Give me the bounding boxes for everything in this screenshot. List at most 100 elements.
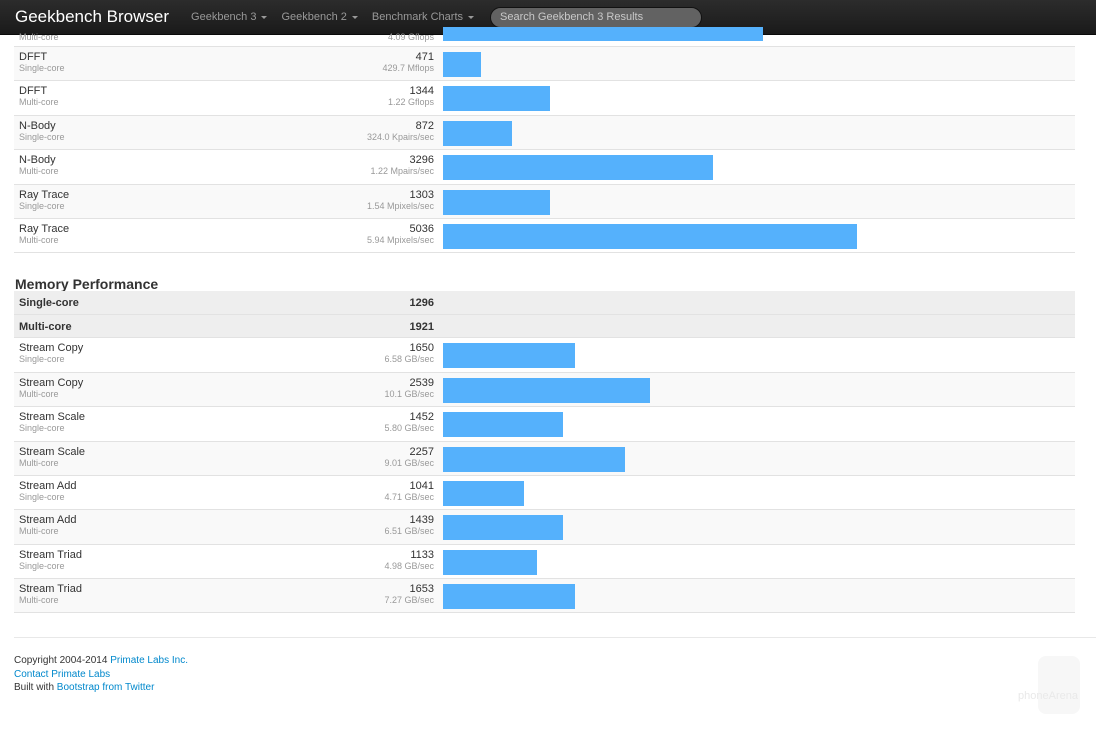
memory-summary-multi: Multi-core 1921: [14, 314, 1075, 339]
nav-menu-geekbench2-label: Geekbench 2: [281, 11, 347, 23]
benchmark-row: Ray Trace Multi-core 5036 5.94 Mpixels/sec: [14, 219, 1075, 254]
score-bar: [443, 584, 576, 610]
score-bar: [443, 189, 551, 215]
contact-line: Contact Primate Labs: [14, 668, 188, 682]
benchmark-row: Stream Scale Multi-core 2257 9.01 GB/sec: [14, 441, 1075, 476]
benchmark-name: N-Body: [19, 154, 56, 167]
score-bar: [443, 377, 651, 403]
watermark-text: phoneArena: [1018, 690, 1078, 702]
benchmark-core-type: Single-core: [19, 354, 65, 365]
contact-link[interactable]: Contact Primate Labs: [14, 669, 110, 680]
score-bar-track: [443, 377, 1063, 403]
built-with-text: Built with: [14, 682, 57, 693]
benchmark-rate: 7.27 GB/sec: [384, 595, 434, 606]
nav-menu-geekbench2[interactable]: Geekbench 2: [281, 11, 358, 23]
nav-menu-geekbench3-label: Geekbench 3: [191, 11, 257, 23]
benchmark-name: Stream Scale: [19, 445, 86, 458]
benchmark-score: 471: [415, 51, 434, 63]
score-bar-track: [443, 52, 1063, 77]
score-bar-track: [443, 27, 1063, 41]
benchmark-score: 3296: [409, 154, 434, 167]
benchmark-rate: 5.80 GB/sec: [384, 423, 434, 434]
benchmark-rate: 1.22 Gflops: [387, 97, 434, 108]
benchmark-core-type: Multi-core: [19, 595, 59, 606]
benchmark-score: 1344: [409, 85, 434, 98]
score-bar-track: [443, 549, 1063, 575]
nav-menu-benchmark-charts[interactable]: Benchmark Charts: [372, 11, 474, 23]
benchmark-core-type: Single-core: [19, 131, 65, 142]
benchmark-core-type: Single-core: [19, 560, 65, 571]
benchmark-row: DFFT Single-core 471 429.7 Mflops: [14, 47, 1075, 82]
summary-score: 1296: [409, 297, 434, 310]
benchmark-core-type: Multi-core: [19, 166, 59, 177]
benchmark-row: Stream Add Single-core 1041 4.71 GB/sec: [14, 476, 1075, 511]
score-bar: [443, 86, 551, 112]
score-bar-track: [443, 343, 1063, 369]
benchmark-core-type: Multi-core: [19, 234, 59, 245]
brand-link[interactable]: Geekbench Browser: [15, 7, 169, 27]
score-bar: [443, 480, 525, 506]
benchmark-row: N-Body Multi-core 3296 1.22 Mpairs/sec: [14, 150, 1075, 185]
watermark-logo: [1038, 656, 1080, 714]
score-bar: [443, 27, 763, 41]
results-content: Multi-core 4.09 Gflops DFFT Single-core 47…: [14, 27, 1075, 614]
benchmark-row: Stream Scale Single-core 1452 5.80 GB/sec: [14, 407, 1075, 442]
benchmark-core-type: Single-core: [19, 491, 65, 502]
benchmark-name: Stream Add: [19, 514, 77, 527]
benchmark-core-type: Multi-core: [19, 97, 59, 108]
benchmark-name: Stream Copy: [19, 376, 84, 389]
benchmark-row: Stream Triad Single-core 1133 4.98 GB/sec: [14, 545, 1075, 580]
benchmark-core-type: Multi-core: [19, 388, 59, 399]
score-bar-track: [443, 155, 1063, 181]
chevron-down-icon: [351, 15, 358, 19]
score-bar-track: [443, 584, 1063, 610]
benchmark-name: Stream Triad: [19, 548, 82, 561]
benchmark-name: Stream Scale: [19, 411, 86, 424]
search-input[interactable]: [490, 6, 702, 28]
benchmark-name: Stream Add: [19, 479, 77, 492]
memory-summary-single: Single-core 1296: [14, 291, 1075, 315]
benchmark-row: Multi-core 4.09 Gflops: [14, 27, 1075, 47]
benchmark-name: Stream Triad: [19, 583, 82, 596]
score-bar: [443, 515, 564, 541]
summary-score: 1921: [409, 320, 434, 333]
benchmark-score: 2257: [409, 445, 434, 458]
benchmark-score: 5036: [409, 222, 434, 235]
benchmark-rate: 9.01 GB/sec: [384, 457, 434, 468]
benchmark-name: Ray Trace: [19, 188, 70, 201]
score-bar-track: [443, 86, 1063, 112]
score-bar: [443, 155, 713, 181]
benchmark-core-type: Multi-core: [19, 457, 59, 468]
benchmark-score: 1041: [409, 479, 434, 492]
memory-performance-heading: Memory Performance: [15, 276, 159, 293]
score-bar: [443, 549, 538, 575]
benchmark-name: N-Body: [19, 119, 56, 132]
benchmark-score: 1653: [409, 583, 434, 596]
nav-menu-geekbench3[interactable]: Geekbench 3: [191, 11, 268, 23]
benchmark-rate: 6.58 GB/sec: [384, 354, 434, 365]
score-bar-track: [443, 223, 1063, 249]
score-bar-track: [443, 412, 1063, 438]
summary-label: Multi-core: [19, 320, 72, 333]
benchmark-core-type: Single-core: [19, 63, 65, 73]
benchmark-score: 872: [415, 119, 434, 132]
score-bar-track: [443, 120, 1063, 146]
bootstrap-link[interactable]: Bootstrap from Twitter: [57, 682, 155, 693]
score-bar: [443, 446, 626, 472]
primate-labs-link[interactable]: Primate Labs Inc.: [110, 655, 188, 666]
benchmark-score: 2539: [409, 376, 434, 389]
benchmark-row: Stream Copy Multi-core 2539 10.1 GB/sec: [14, 372, 1075, 408]
benchmark-score: 1133: [410, 548, 434, 561]
nav-menu-benchmark-charts-label: Benchmark Charts: [371, 11, 463, 23]
summary-label: Single-core: [19, 297, 79, 310]
benchmark-rate: 429.7 Mflops: [382, 63, 434, 73]
benchmark-name: DFFT: [19, 51, 48, 63]
benchmark-rate: 324.0 Kpairs/sec: [366, 131, 434, 142]
benchmark-core-type: Single-core: [19, 200, 65, 211]
benchmark-rate: 1.22 Mpairs/sec: [370, 166, 434, 177]
footer-divider: [14, 637, 1096, 638]
benchmark-row: N-Body Single-core 872 324.0 Kpairs/sec: [14, 115, 1075, 151]
score-bar-track: [443, 515, 1063, 541]
score-bar-track: [443, 480, 1063, 506]
built-with-line: Built with Bootstrap from Twitter: [14, 681, 188, 695]
